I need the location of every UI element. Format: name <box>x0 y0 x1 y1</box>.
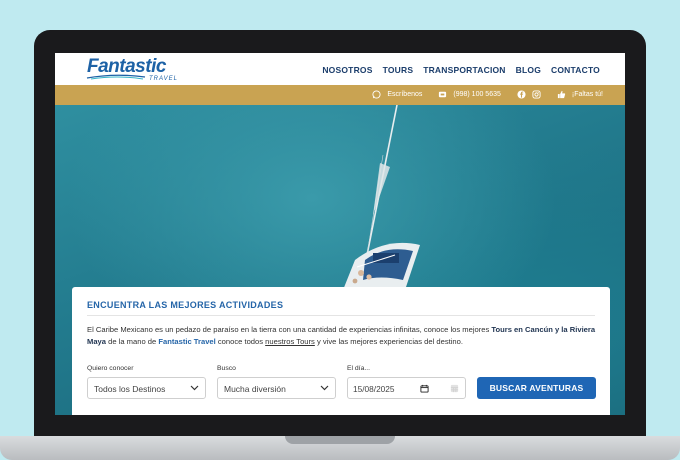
description-text: y vive las mejores experiencias del dest… <box>314 336 463 346</box>
thumbs-up-icon <box>557 90 566 99</box>
website-screen: Fantastic TRAVEL NOSOTROS TOURS TRANSPOR… <box>55 53 625 415</box>
contact-bar: Escríbenos (998) 100 5635 ¡Faltas tú! <box>55 85 625 105</box>
calendar-icon[interactable] <box>420 384 429 393</box>
nuestros-tours-link[interactable]: nuestros Tours <box>265 337 315 346</box>
search-panel: ENCUENTRA LAS MEJORES ACTIVIDADES El Car… <box>72 287 610 415</box>
facebook-icon[interactable] <box>517 90 526 99</box>
description-text: conoce todos <box>215 336 266 346</box>
chevron-down-icon <box>320 385 329 391</box>
logo-swoosh-icon <box>86 74 146 80</box>
activity-type-label: Busco <box>217 365 236 372</box>
phone-icon <box>439 91 447 98</box>
nav-link-blog[interactable]: BLOG <box>516 65 541 75</box>
activity-type-select[interactable]: Mucha diversión <box>217 377 336 399</box>
catamaran-image <box>343 105 420 290</box>
date-label: El día... <box>347 365 371 372</box>
search-adventures-button[interactable]: BUSCAR AVENTURAS <box>477 377 596 399</box>
panel-divider <box>87 315 595 316</box>
chevron-down-icon <box>190 385 199 391</box>
fantastic-travel-logo[interactable]: Fantastic TRAVEL <box>85 56 179 84</box>
panel-title: ENCUENTRA LAS MEJORES ACTIVIDADES <box>87 300 284 310</box>
nav-link-nosotros[interactable]: NOSOTROS <box>322 65 372 75</box>
faltas-tu-label[interactable]: ¡Faltas tú! <box>572 91 603 98</box>
description-brand: Fantastic Travel <box>158 336 216 346</box>
nav-link-contacto[interactable]: CONTACTO <box>551 65 600 75</box>
whatsapp-icon[interactable] <box>372 90 381 99</box>
navbar: Fantastic TRAVEL NOSOTROS TOURS TRANSPOR… <box>55 53 625 85</box>
description-text: de la mano de <box>106 336 159 346</box>
date-input[interactable]: 15/08/2025 <box>347 377 466 399</box>
instagram-icon[interactable] <box>532 90 541 99</box>
activity-type-value: Mucha diversión <box>224 384 286 394</box>
date-value: 15/08/2025 <box>353 384 395 394</box>
phone-number[interactable]: (998) 100 5635 <box>453 91 500 98</box>
destination-label: Quiero conocer <box>87 365 134 372</box>
nav-link-transportacion[interactable]: TRANSPORTACION <box>423 65 505 75</box>
panel-description: El Caribe Mexicano es un pedazo de paraí… <box>87 324 597 347</box>
destination-select[interactable]: Todos los Destinos <box>87 377 206 399</box>
laptop-notch <box>285 436 395 444</box>
calendar-grid-icon <box>450 384 459 393</box>
description-text: El Caribe Mexicano es un pedazo de paraí… <box>87 325 492 334</box>
destination-value: Todos los Destinos <box>94 384 166 394</box>
nav-link-tours[interactable]: TOURS <box>383 65 414 75</box>
logo-subtitle: TRAVEL <box>149 76 179 82</box>
whatsapp-label[interactable]: Escríbenos <box>387 91 422 98</box>
main-nav: NOSOTROS TOURS TRANSPORTACION BLOG CONTA… <box>322 65 600 75</box>
